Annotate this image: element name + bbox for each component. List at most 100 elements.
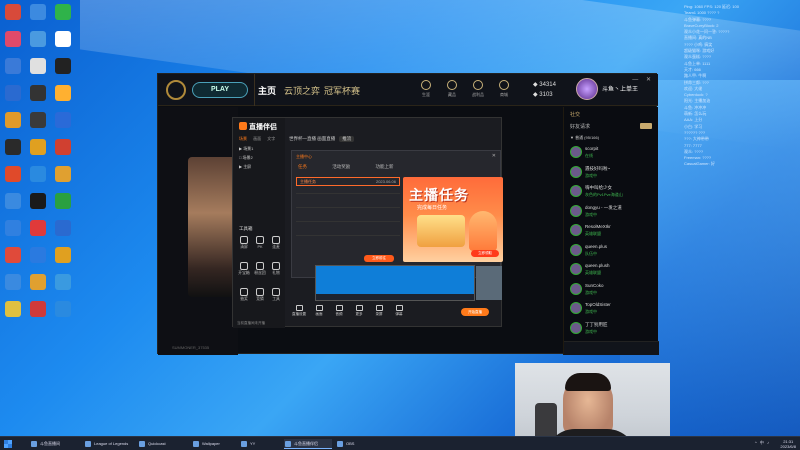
streaming-app-window[interactable]: 直播伴侣 场景 画面 文字 ▶ 场景1 □ 场景2 ▶ 主屏 工具箱 清屏 PK 连… — [232, 117, 503, 328]
friend-list-item[interactable]: queen.plus 队伍中 — [568, 243, 656, 260]
loot-nav-button[interactable]: 战利品 — [468, 80, 488, 98]
scene-item[interactable]: □ 场景2 — [239, 155, 253, 161]
taskbar-app-button[interactable]: Quickcast — [138, 439, 188, 449]
desktop-app-icon[interactable] — [30, 139, 46, 155]
desktop-app-icon[interactable] — [30, 274, 46, 290]
tab-picture[interactable]: 画面 — [253, 136, 261, 141]
mascot-image — [469, 211, 497, 251]
desktop-app-icon[interactable] — [55, 193, 71, 209]
friends-bottom-bar — [564, 341, 659, 355]
summoner-avatar[interactable] — [576, 78, 598, 100]
push-stream-pill[interactable]: 推流 — [339, 136, 355, 142]
friend-list-item[interactable]: 遇技好吗啦~ 游戏中 — [568, 165, 656, 182]
desktop-app-icon[interactable] — [5, 220, 21, 236]
bottom-tool-button[interactable]: 直播设置 — [291, 305, 307, 317]
friend-avatar — [570, 282, 582, 295]
desktop-app-icon[interactable] — [5, 193, 21, 209]
taskbar-app-button[interactable]: 斗鱼直播伴侣 — [284, 439, 332, 449]
bottom-tool-button[interactable]: 录屏 — [371, 305, 387, 317]
desktop-app-icon[interactable] — [30, 4, 46, 20]
friend-list-item[interactable]: TopOldSister 游戏中 — [568, 301, 656, 318]
friend-requests-label[interactable]: 好友请求 — [570, 123, 590, 130]
desktop-app-icon[interactable] — [30, 301, 46, 317]
desktop-app-icon[interactable] — [30, 58, 46, 74]
task-row[interactable]: 主播任务 2023.06.06 — [296, 177, 400, 186]
bottom-tool-button[interactable]: 音频 — [331, 305, 347, 317]
friend-list-item[interactable]: ResolMeXIkr 英雄联盟 — [568, 223, 656, 240]
nav-home[interactable]: 主页 — [258, 84, 276, 97]
desktop-app-icon[interactable] — [30, 193, 46, 209]
collection-nav-button[interactable]: 藏品 — [442, 80, 462, 98]
nav-tft[interactable]: 云顶之弈 — [284, 84, 320, 97]
desktop-app-icon[interactable] — [30, 247, 46, 263]
desktop-app-icon[interactable] — [30, 112, 46, 128]
desktop-app-icon[interactable] — [55, 166, 71, 182]
desktop-app-icon[interactable] — [5, 301, 21, 317]
tab-text[interactable]: 文字 — [267, 136, 275, 141]
toolbox-tool[interactable]: 连麦 — [267, 236, 285, 250]
desktop-app-icon[interactable] — [55, 58, 71, 74]
desktop-app-icon[interactable] — [55, 301, 71, 317]
friend-list-item[interactable]: queen.plush 英雄联盟 — [568, 262, 656, 279]
window-controls[interactable]: — ✕ — [632, 76, 654, 83]
scene-item[interactable]: ▶ 场景1 — [239, 146, 253, 152]
taskbar-app-button[interactable]: YY — [240, 439, 280, 449]
desktop-app-icon[interactable] — [55, 274, 71, 290]
friend-list-item[interactable]: SunCoko 游戏中 — [568, 282, 656, 299]
tab-tasks[interactable]: 任务 — [298, 164, 307, 169]
desktop-app-icon[interactable] — [55, 139, 71, 155]
desktop-app-icon[interactable] — [5, 166, 21, 182]
desktop-app-icon[interactable] — [5, 274, 21, 290]
bottom-tool-button[interactable]: 更多 — [351, 305, 367, 317]
lol-logo-icon[interactable] — [166, 80, 186, 100]
desktop-app-icon[interactable] — [5, 31, 21, 47]
taskbar-app-button[interactable]: League of Legends — [84, 439, 134, 449]
friend-list-item[interactable]: dongyu - 一发之道 游戏中 — [568, 204, 656, 221]
desktop-app-icon[interactable] — [5, 4, 21, 20]
claim-button[interactable]: 立即领取 — [471, 250, 499, 257]
desktop-app-icon[interactable] — [55, 31, 71, 47]
taskbar-app-button[interactable]: 斗鱼直播间 — [30, 439, 80, 449]
scene-item[interactable]: ▶ 主屏 — [239, 164, 251, 170]
desktop-app-icon[interactable] — [30, 85, 46, 101]
tab-rewards[interactable]: 活动奖励 — [332, 164, 350, 169]
tab-scene[interactable]: 场景 — [239, 136, 247, 141]
profile-nav-button[interactable]: 生涯 — [416, 80, 436, 98]
friend-name: queen.plus — [585, 243, 608, 249]
clock[interactable]: 21:31 2023/6/8 — [780, 439, 796, 449]
desktop-app-icon[interactable] — [55, 247, 71, 263]
system-tray-icons[interactable]: ^ 中 ♪ — [755, 440, 770, 446]
desktop-app-icon[interactable] — [30, 31, 46, 47]
desktop-app-icon[interactable] — [5, 58, 21, 74]
friend-list-item[interactable]: 丁丁别用匠 游戏中 — [568, 321, 656, 338]
desktop-app-icon[interactable] — [5, 112, 21, 128]
nav-clash[interactable]: 冠军杯赛 — [324, 84, 360, 97]
taskbar-app-button[interactable]: OBS — [336, 439, 380, 449]
task-promo-banner[interactable]: 主播任务 完成每日任务 立即领取 — [403, 177, 503, 262]
friends-group-header[interactable]: ▼ 普通 (95/166) — [570, 135, 599, 141]
friend-list-item[interactable]: scorpit 在线 — [568, 145, 656, 162]
play-button[interactable]: PLAY — [192, 82, 248, 98]
tab-new-features[interactable]: 功能上新 — [376, 164, 394, 169]
friend-list-item[interactable]: 嗨中叫给少女 灰色的Pv1Pve海道山 — [568, 184, 656, 201]
bottom-tool-button[interactable]: 弹幕 — [391, 305, 407, 317]
friend-request-badge[interactable] — [640, 123, 652, 129]
start-live-button[interactable]: 开始直播 — [461, 308, 489, 316]
desktop-app-icon[interactable] — [55, 85, 71, 101]
desktop-app-icon[interactable] — [55, 4, 71, 20]
store-nav-button[interactable]: 商城 — [494, 80, 514, 98]
desktop-app-icon[interactable] — [30, 166, 46, 182]
bottom-tool-button[interactable]: 画面 — [311, 305, 327, 317]
windows-start-icon[interactable] — [4, 440, 12, 448]
desktop-app-icon[interactable] — [30, 220, 46, 236]
toolbox-tool[interactable]: 礼物 — [267, 262, 285, 276]
go-button[interactable]: 立即前往 — [364, 255, 394, 262]
desktop-app-icon[interactable] — [55, 112, 71, 128]
desktop-app-icon[interactable] — [5, 247, 21, 263]
desktop-app-icon[interactable] — [5, 85, 21, 101]
desktop-app-icon[interactable] — [55, 220, 71, 236]
close-icon[interactable]: ✕ — [492, 153, 496, 159]
toolbox-tool[interactable]: 工具 — [267, 288, 285, 302]
taskbar-app-button[interactable]: Wallpaper — [192, 439, 236, 449]
desktop-app-icon[interactable] — [5, 139, 21, 155]
